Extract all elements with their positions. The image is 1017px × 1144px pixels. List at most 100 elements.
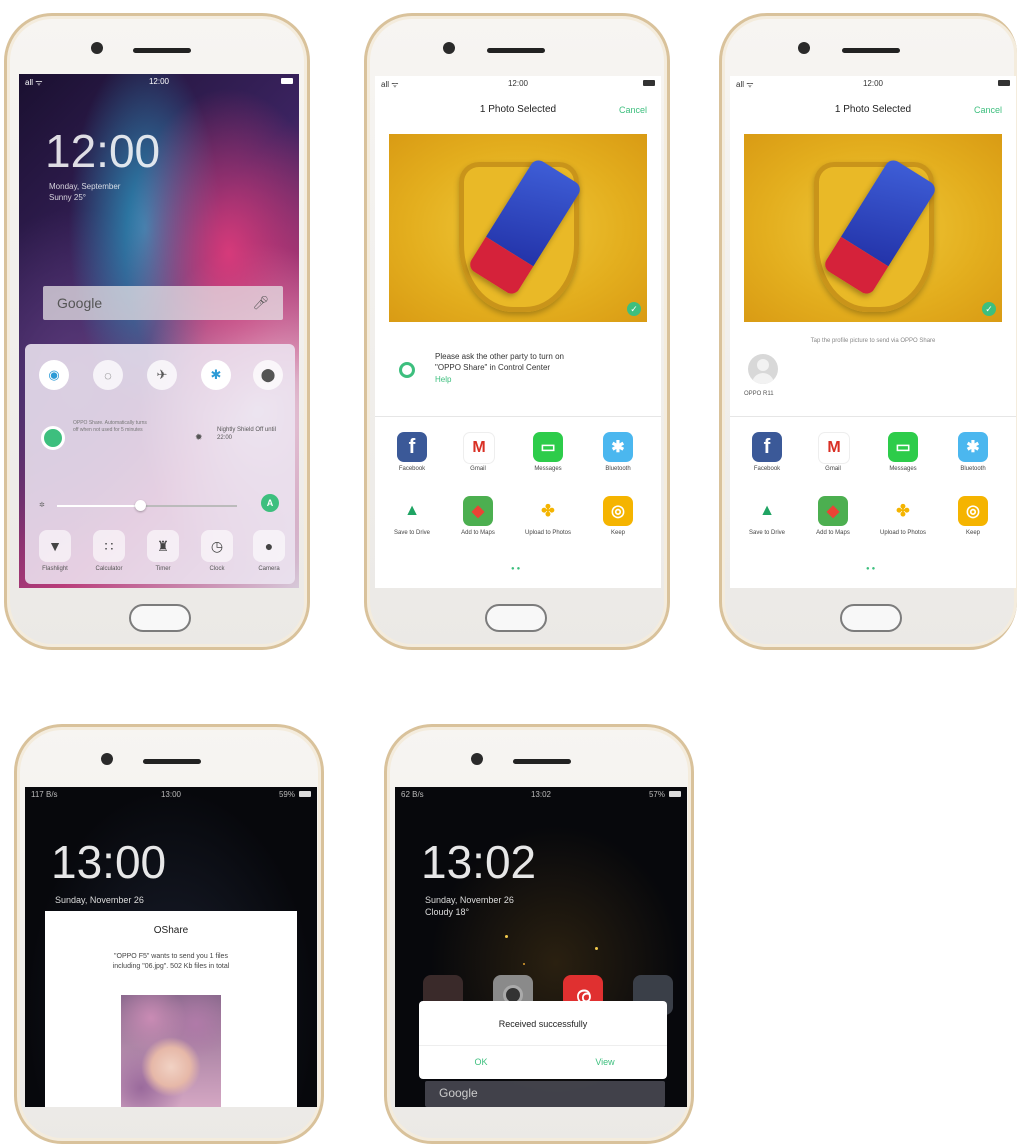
phone-5-screen: 62 B/s 13:02 57% 13:02 Sunday, November … — [395, 787, 687, 1107]
phone-1-screen: all ᯤ 12:00 12:00 Monday, September Sunn… — [19, 74, 299, 588]
airplane-toggle[interactable]: ✈ — [147, 360, 177, 390]
gmail-app[interactable]: M — [463, 432, 495, 464]
facebook-label: Facebook — [398, 466, 426, 472]
status-time: 13:00 — [160, 790, 182, 799]
bluetooth-toggle[interactable]: ✱ — [201, 360, 231, 390]
location-icon: ⬤ — [260, 367, 276, 382]
profile-body — [752, 373, 774, 384]
flashlight-tile[interactable]: ▼ — [39, 530, 71, 562]
brightness-thumb[interactable] — [135, 500, 146, 511]
earpiece-speaker — [842, 48, 900, 53]
photos-app[interactable]: ✤ — [888, 496, 918, 526]
wifi-toggle[interactable]: ◉ — [39, 360, 69, 390]
earpiece-speaker — [487, 48, 545, 53]
timer-label: Timer — [155, 566, 171, 572]
phone-3-screen: all ᯤ 12:00 1 Photo Selected Cancel ✓ Ta… — [730, 76, 1016, 588]
status-time: 13:02 — [530, 790, 552, 799]
share-notice-line2: "OPPO Share" in Control Center — [435, 363, 551, 372]
home-button[interactable] — [485, 604, 547, 632]
google-search-bar[interactable]: Google 🎤︎ — [43, 286, 283, 320]
status-bar: all ᯤ 12:00 — [730, 76, 1016, 90]
page-indicator: ●● — [511, 566, 523, 572]
share-notice-line1: Please ask the other party to turn on — [435, 352, 564, 361]
bluetooth-icon: ✱ — [611, 439, 625, 456]
ok-button[interactable]: OK — [419, 1057, 543, 1067]
maps-app[interactable]: ◆ — [463, 496, 493, 526]
facebook-app[interactable]: f — [397, 432, 427, 462]
drive-app[interactable]: ▲ — [397, 496, 427, 526]
gmail-app[interactable]: M — [818, 432, 850, 464]
front-camera-icon — [471, 753, 483, 765]
phone-1-frame: all ᯤ 12:00 12:00 Monday, September Sunn… — [4, 13, 310, 650]
front-camera-icon — [91, 42, 103, 54]
clock-tile[interactable]: ◷ — [201, 530, 233, 562]
brightness-slider[interactable]: ✲ — [39, 499, 249, 513]
night-shield-icon[interactable]: ✹ — [195, 432, 203, 443]
lock-date: Monday, September — [49, 182, 121, 191]
drive-icon: ▲ — [759, 502, 775, 519]
drive-app[interactable]: ▲ — [752, 496, 782, 526]
phone-2-screen: all ᯤ 12:00 1 Photo Selected Cancel ✓ Pl… — [375, 76, 661, 588]
photos-icon: ✤ — [896, 503, 910, 520]
photos-label: Upload to Photos — [879, 530, 927, 536]
cancel-button[interactable]: Cancel — [619, 105, 647, 115]
gmail-label: Gmail — [825, 466, 841, 472]
rocket-icon: ♜ — [156, 537, 170, 554]
camera-tile[interactable]: ● — [253, 530, 285, 562]
messages-app[interactable]: ▭ — [888, 432, 918, 462]
facebook-label: Facebook — [753, 466, 781, 472]
lock-weather: Cloudy 18° — [425, 907, 470, 917]
status-time: 12:00 — [862, 79, 884, 88]
google-search-bar[interactable]: Google — [425, 1081, 665, 1107]
messages-label: Messages — [534, 466, 562, 472]
bluetooth-icon: ✱ — [210, 367, 222, 382]
device-avatar[interactable] — [748, 354, 778, 384]
mic-icon[interactable]: 🎤︎ — [252, 295, 269, 311]
oshare-dialog: OShare "OPPO F5" wants to send you 1 fil… — [45, 911, 297, 1107]
dialog-title: Received successfully — [498, 1019, 588, 1029]
bluetooth-label: Bluetooth — [605, 466, 631, 472]
dialog-divider — [419, 1045, 667, 1046]
keep-label: Keep — [965, 530, 980, 536]
calculator-label: Calculator — [95, 566, 123, 572]
clock-label: Clock — [209, 566, 225, 572]
keep-app[interactable]: ◎ — [958, 496, 988, 526]
maps-label: Add to Maps — [461, 530, 495, 536]
earpiece-speaker — [143, 759, 201, 764]
incoming-photo-preview[interactable] — [121, 995, 221, 1107]
cancel-button[interactable]: Cancel — [974, 105, 1002, 115]
bluetooth-app[interactable]: ✱ — [958, 432, 988, 462]
keep-app[interactable]: ◎ — [603, 496, 633, 526]
airplane-icon: ✈ — [156, 367, 168, 382]
maps-app[interactable]: ◆ — [818, 496, 848, 526]
bluetooth-app[interactable]: ✱ — [603, 432, 633, 462]
facebook-app[interactable]: f — [752, 432, 782, 462]
status-bar: 62 B/s 13:02 57% — [395, 787, 687, 801]
view-button[interactable]: View — [543, 1057, 667, 1067]
messages-app[interactable]: ▭ — [533, 432, 563, 462]
home-button[interactable] — [840, 604, 902, 632]
device-name: OPPO R11 — [744, 391, 774, 397]
control-center: ◉ ◌ ✈ ✱ ⬤ OPPO Share. Automatically turn… — [25, 344, 295, 584]
keep-icon: ◎ — [611, 503, 625, 520]
earpiece-speaker — [133, 48, 191, 53]
auto-brightness-button[interactable]: A — [261, 494, 279, 512]
help-link[interactable]: Help — [435, 375, 451, 384]
photos-app[interactable]: ✤ — [533, 496, 563, 526]
timer-tile[interactable]: ♜ — [147, 530, 179, 562]
selected-photo[interactable]: ✓ — [744, 134, 1002, 322]
lock-date: Sunday, November 26 — [55, 895, 144, 905]
data-toggle[interactable]: ◌ — [93, 360, 123, 390]
status-bar: all ᯤ 12:00 — [375, 76, 661, 90]
oppo-share-icon[interactable] — [41, 426, 65, 450]
keep-icon: ◎ — [966, 503, 980, 520]
dialog-title: OShare — [153, 925, 189, 936]
home-button[interactable] — [129, 604, 191, 632]
selected-photo[interactable]: ✓ — [389, 134, 647, 322]
front-camera-icon — [798, 42, 810, 54]
oppo-share-text: OPPO Share. Automatically turns off when… — [73, 420, 147, 433]
calculator-tile[interactable]: ∷ — [93, 530, 125, 562]
location-toggle[interactable]: ⬤ — [253, 360, 283, 390]
gmail-icon: M — [472, 439, 486, 456]
camera-icon: ● — [264, 538, 274, 554]
